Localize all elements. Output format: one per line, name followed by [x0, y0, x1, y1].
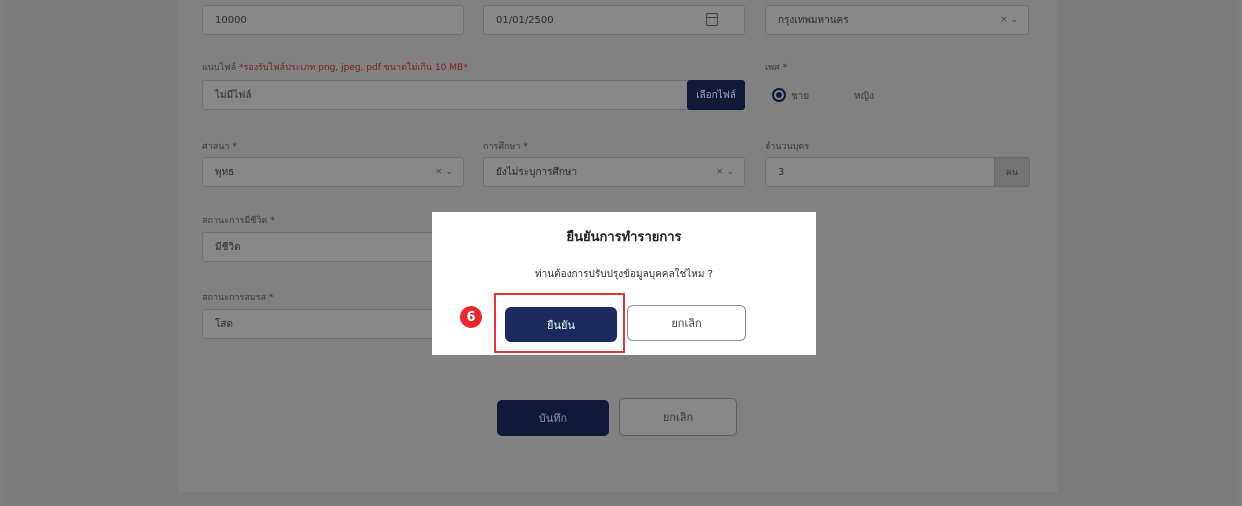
- calendar-icon[interactable]: [706, 13, 718, 26]
- dialog-message: ท่านต้องการปรับปรุงข้อมูลบุคคลใช่ไหม ?: [535, 269, 713, 280]
- date-field[interactable]: 01/01/2500: [483, 5, 745, 35]
- education-select[interactable]: ยังไม่ระบุการศึกษา × ⌄: [483, 157, 745, 187]
- children-count-input[interactable]: 3: [765, 157, 995, 187]
- province-select[interactable]: กรุงเทพมหานคร × ⌄: [765, 5, 1029, 35]
- document-label: แนบไฟล์ *รองรับไฟล์ประเภท png, jpeg, pdf…: [202, 63, 468, 73]
- browse-file-button[interactable]: เลือกไฟล์: [687, 80, 745, 110]
- religion-value: พุทธ: [215, 166, 235, 178]
- dialog-confirm-button[interactable]: ยืนยัน: [505, 307, 617, 342]
- chevron-down-icon: × ⌄: [1000, 15, 1018, 25]
- children-count-label: จำนวนบุตร: [765, 142, 810, 152]
- education-value: ยังไม่ระบุการศึกษา: [496, 166, 578, 178]
- life-status-value: มีชีวิต: [215, 241, 241, 253]
- document-note: *รองรับไฟล์ประเภท png, jpeg, pdf ขนาดไม่…: [238, 63, 468, 73]
- gender-male-label: ชาย: [791, 91, 810, 102]
- document-file-value: ไม่มีไฟล์: [215, 89, 252, 101]
- chevron-down-icon: × ⌄: [716, 167, 734, 177]
- life-status-select[interactable]: มีชีวิต: [202, 232, 464, 262]
- postal-code-field[interactable]: 10000: [202, 5, 464, 35]
- gender-female-label[interactable]: หญิง: [854, 89, 874, 104]
- save-button[interactable]: บันทึก: [497, 400, 609, 436]
- religion-select[interactable]: พุทธ × ⌄: [202, 157, 464, 187]
- date-value: 01/01/2500: [496, 14, 554, 26]
- education-label: การศึกษา *: [483, 142, 528, 152]
- marital-status-select[interactable]: โสด: [202, 309, 464, 339]
- life-status-label: สถานะการมีชีวิต *: [202, 216, 275, 226]
- cancel-button[interactable]: ยกเลิก: [619, 398, 737, 436]
- document-file-field[interactable]: ไม่มีไฟล์: [202, 80, 744, 110]
- step-number-badge: 6: [460, 306, 482, 328]
- marital-status-value: โสด: [215, 318, 233, 330]
- postal-code-value: 10000: [215, 14, 247, 26]
- province-value: กรุงเทพมหานคร: [778, 14, 849, 26]
- chevron-down-icon: × ⌄: [435, 167, 453, 177]
- religion-label: ศาสนา *: [202, 142, 237, 152]
- dialog-title: ยืนยันการทำรายการ: [566, 230, 682, 245]
- gender-male-radio[interactable]: [772, 88, 786, 102]
- children-unit-label: คน: [994, 157, 1030, 187]
- gender-label: เพศ *: [765, 63, 788, 73]
- children-count-value: 3: [778, 166, 785, 178]
- dialog-cancel-button[interactable]: ยกเลิก: [627, 305, 746, 341]
- marital-status-label: สถานะการสมรส *: [202, 293, 274, 303]
